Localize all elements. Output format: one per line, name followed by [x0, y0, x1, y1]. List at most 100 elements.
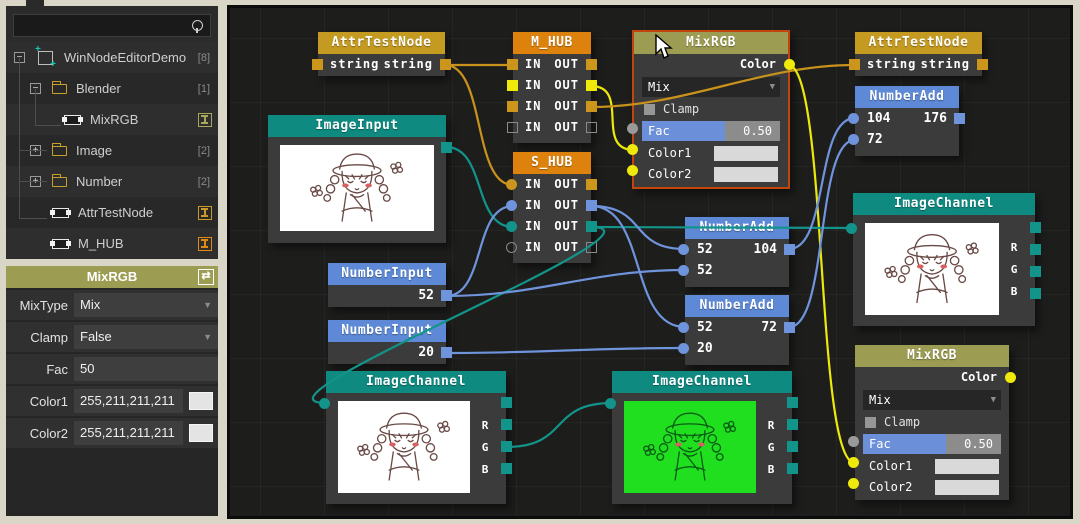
- swap-icon[interactable]: ⇄: [198, 269, 214, 285]
- socket-color2-in[interactable]: [848, 478, 859, 489]
- number-value[interactable]: 52: [418, 285, 434, 306]
- socket-out[interactable]: [501, 397, 512, 408]
- node-numberadd-2[interactable]: NumberAdd 5272 20: [685, 295, 789, 365]
- socket-in[interactable]: [849, 59, 860, 70]
- socket-in[interactable]: [507, 101, 518, 112]
- socket-out[interactable]: [441, 347, 452, 358]
- socket-color2-in[interactable]: [627, 165, 638, 176]
- wire-s_hub.out2-to-numberadd_mid2.in1[interactable]: [591, 206, 685, 327]
- socket-out[interactable]: [586, 122, 597, 133]
- tree-item-m-hub[interactable]: M_HUB: [6, 228, 218, 259]
- color2-input[interactable]: 255,211,211,211: [74, 421, 183, 445]
- wire-attrtest_left.out-to-s_hub.in1[interactable]: [445, 65, 513, 185]
- socket-out[interactable]: [1030, 222, 1041, 233]
- socket-g-out[interactable]: [1030, 266, 1041, 277]
- input-value[interactable]: 52: [697, 260, 713, 281]
- node-header[interactable]: M_HUB: [513, 32, 591, 54]
- fac-slider[interactable]: Fac0.50: [863, 434, 1001, 454]
- socket-color-out[interactable]: [1005, 372, 1016, 383]
- node-header[interactable]: ImageChannel: [853, 193, 1035, 215]
- socket-out[interactable]: [787, 397, 798, 408]
- color1-swatch[interactable]: [189, 392, 213, 410]
- wire-imagechannel_bl.g-to-imagechannel_mid.in[interactable]: [506, 403, 612, 447]
- node-numberinput-2[interactable]: NumberInput 20: [328, 320, 446, 364]
- socket-in[interactable]: [678, 343, 689, 354]
- node-header[interactable]: NumberAdd: [685, 217, 789, 239]
- socket-in[interactable]: [507, 80, 518, 91]
- socket-out[interactable]: [586, 221, 597, 232]
- node-numberadd-right[interactable]: NumberAdd 104176 72: [855, 86, 959, 156]
- socket-in[interactable]: [846, 223, 857, 234]
- mix-dropdown[interactable]: Mix▼: [863, 390, 1001, 410]
- clamp-checkbox[interactable]: [644, 104, 655, 115]
- input-value[interactable]: 52: [697, 239, 713, 260]
- socket-in[interactable]: [506, 242, 517, 253]
- socket-color1-in[interactable]: [848, 457, 859, 468]
- socket-in[interactable]: [506, 200, 517, 211]
- clamp-checkbox[interactable]: [865, 417, 876, 428]
- socket-in[interactable]: [312, 59, 323, 70]
- socket-out[interactable]: [586, 80, 597, 91]
- node-header[interactable]: ImageChannel: [612, 371, 792, 393]
- node-attrtestnode-left[interactable]: AttrTestNode stringstring: [318, 32, 445, 76]
- input-value[interactable]: 72: [867, 129, 883, 150]
- color1-swatch[interactable]: [935, 459, 999, 474]
- socket-r-out[interactable]: [501, 419, 512, 430]
- socket-color-out[interactable]: [784, 59, 795, 70]
- socket-in[interactable]: [506, 221, 517, 232]
- socket-in[interactable]: [848, 134, 859, 145]
- node-numberadd-1[interactable]: NumberAdd 52104 52: [685, 217, 789, 287]
- input-value[interactable]: 52: [697, 317, 713, 338]
- node-header[interactable]: MixRGB: [855, 345, 1009, 367]
- socket-r-out[interactable]: [787, 419, 798, 430]
- wire-m_hub.out2-to-mixrgb_top.color1[interactable]: [591, 86, 634, 150]
- tree-item-mixrgb[interactable]: MixRGB: [6, 104, 218, 135]
- socket-in[interactable]: [678, 322, 689, 333]
- socket-g-out[interactable]: [787, 441, 798, 452]
- socket-b-out[interactable]: [1030, 288, 1041, 299]
- socket-in[interactable]: [507, 59, 518, 70]
- socket-in[interactable]: [678, 265, 689, 276]
- socket-out[interactable]: [784, 322, 795, 333]
- node-header[interactable]: AttrTestNode: [855, 32, 982, 54]
- socket-in[interactable]: [506, 179, 517, 190]
- node-imagechannel-green[interactable]: ImageChannel R G B: [612, 371, 792, 504]
- node-attrtestnode-right[interactable]: AttrTestNode stringstring: [855, 32, 982, 76]
- node-editor-canvas[interactable]: AttrTestNode stringstring M_HUB INOUT IN…: [227, 5, 1073, 519]
- node-header[interactable]: AttrTestNode: [318, 32, 445, 54]
- fac-input[interactable]: 50: [74, 357, 218, 381]
- node-imageinput[interactable]: ImageInput: [268, 115, 446, 243]
- fac-slider[interactable]: Fac0.50: [642, 121, 780, 141]
- color2-swatch[interactable]: [189, 424, 213, 442]
- socket-out[interactable]: [441, 142, 452, 153]
- wire-numberinput_1.out-to-numberadd_mid1.in2[interactable]: [446, 270, 685, 296]
- socket-out[interactable]: [954, 113, 965, 124]
- socket-fac-in[interactable]: [627, 123, 638, 134]
- wire-imageinput.out-to-s_hub.in3[interactable]: [446, 147, 513, 227]
- tree-item-winnodeeditordemo[interactable]: − ++ WinNodeEditorDemo [8]: [6, 42, 218, 73]
- socket-in[interactable]: [319, 398, 330, 409]
- socket-g-out[interactable]: [501, 441, 512, 452]
- node-header[interactable]: NumberAdd: [855, 86, 959, 108]
- node-type-badge-icon[interactable]: [198, 206, 212, 220]
- socket-b-out[interactable]: [787, 463, 798, 474]
- node-header[interactable]: ImageInput: [268, 115, 446, 137]
- tree-item-blender[interactable]: − Blender [1]: [6, 73, 218, 104]
- socket-in[interactable]: [678, 244, 689, 255]
- node-header[interactable]: ImageChannel: [326, 371, 506, 393]
- node-header[interactable]: NumberInput: [328, 263, 446, 285]
- tree-item-attrtestnode[interactable]: AttrTestNode: [6, 197, 218, 228]
- node-imagechannel-left[interactable]: ImageChannel R G B: [326, 371, 506, 504]
- socket-in[interactable]: [507, 122, 518, 133]
- color2-swatch[interactable]: [935, 480, 999, 495]
- color1-input[interactable]: 255,211,211,211: [74, 389, 183, 413]
- color1-swatch[interactable]: [714, 146, 778, 161]
- socket-in[interactable]: [605, 398, 616, 409]
- socket-out[interactable]: [440, 59, 451, 70]
- mix-dropdown[interactable]: Mix▼: [642, 77, 780, 97]
- socket-color1-in[interactable]: [627, 144, 638, 155]
- socket-out[interactable]: [586, 59, 597, 70]
- socket-out[interactable]: [586, 101, 597, 112]
- wire-numberinput_1.out-to-s_hub.in2[interactable]: [446, 206, 513, 296]
- node-m-hub[interactable]: M_HUB INOUT INOUT INOUT INOUT: [513, 32, 591, 143]
